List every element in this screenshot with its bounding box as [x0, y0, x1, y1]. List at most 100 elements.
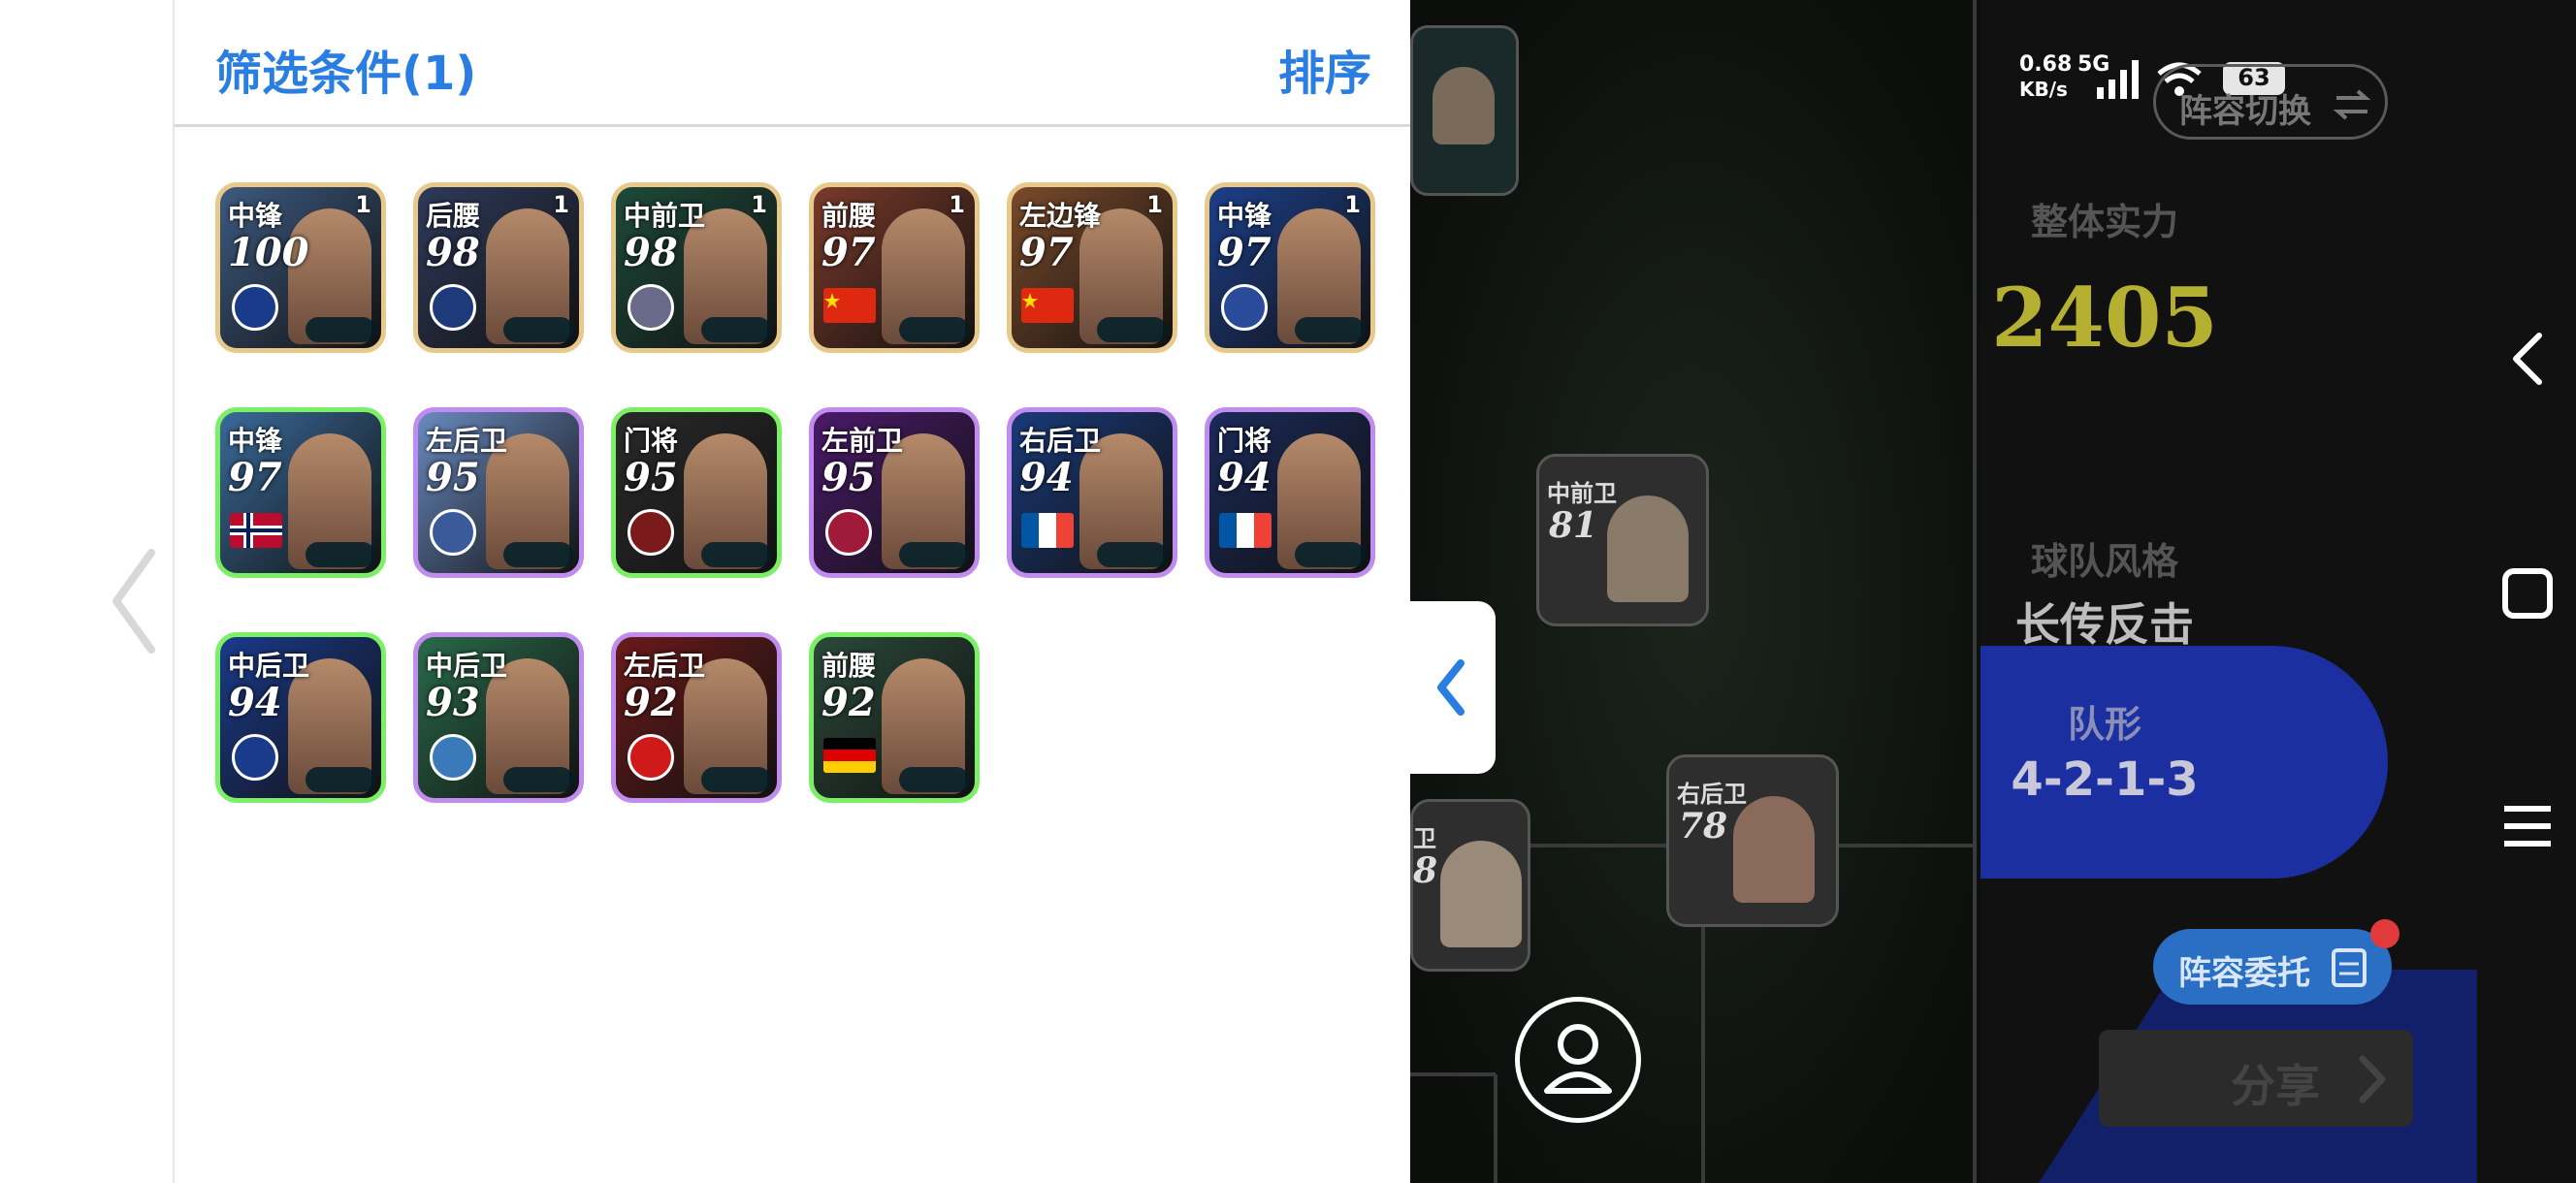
share-label: 分享	[2231, 1060, 2320, 1112]
filter-panel: 筛选条件(1) 排序 中锋 100 1 后腰 98 1 中前卫 98 1 前腰 97 1 左边锋 97 1 中…	[173, 0, 1412, 1183]
player-portrait	[1733, 796, 1815, 903]
skill-badge-icon	[701, 542, 771, 567]
card-position: 中锋	[228, 200, 283, 232]
skill-badge-icon	[1097, 317, 1167, 342]
player-card[interactable]: 中后卫 93	[413, 632, 584, 803]
card-rating: 97	[821, 230, 876, 275]
card-position: 左后卫	[624, 650, 706, 682]
player-portrait	[1607, 496, 1689, 602]
chevron-right-icon	[2359, 1055, 2386, 1103]
card-rating: 92	[821, 680, 876, 725]
home-icon[interactable]	[2500, 566, 2555, 621]
nation-flag-icon	[1021, 513, 1074, 548]
system-nav-bar	[2477, 0, 2576, 1183]
card-position: 中前卫	[624, 200, 706, 232]
formation-pitch: 中前卫 81 右后卫 78 卫 8	[1410, 0, 1980, 1183]
player-card[interactable]: 门将 95	[611, 407, 782, 578]
card-rating: 94	[1217, 455, 1272, 500]
card-rating: 93	[426, 680, 480, 725]
sort-button[interactable]: 排序	[1278, 35, 1371, 103]
card-count: 1	[553, 191, 569, 218]
card-rating: 95	[624, 455, 678, 500]
pitch-player-card[interactable]: 右后卫 78	[1666, 754, 1839, 927]
player-card[interactable]: 左边锋 97 1	[1007, 182, 1177, 353]
card-rating: 98	[624, 230, 678, 275]
club-crest-icon	[430, 509, 476, 556]
player-rating: 81	[1549, 505, 1598, 546]
player-card[interactable]: 前腰 92	[809, 632, 980, 803]
lineup-delegate-label: 阵容委托	[2178, 954, 2310, 993]
player-card[interactable]: 中锋 97 1	[1205, 182, 1375, 353]
player-card[interactable]: 中后卫 94	[215, 632, 386, 803]
nation-flag-icon	[1021, 288, 1074, 323]
club-crest-icon	[1221, 284, 1268, 331]
collapse-panel-button[interactable]	[1410, 601, 1496, 774]
card-count: 1	[751, 191, 767, 218]
back-icon[interactable]	[2504, 330, 2553, 388]
skill-badge-icon	[306, 767, 375, 792]
card-rating: 92	[624, 680, 678, 725]
skill-badge-icon	[503, 317, 573, 342]
lineup-delegate-button[interactable]: 阵容委托	[2153, 919, 2399, 1005]
player-position: 右后卫	[1677, 781, 1747, 808]
player-portrait	[1433, 67, 1495, 144]
network-speed-unit: KB/s	[2019, 78, 2068, 101]
card-position: 前腰	[821, 200, 877, 232]
player-rating: 8	[1413, 850, 1438, 891]
card-position: 右后卫	[1019, 425, 1102, 457]
person-icon	[1544, 1024, 1612, 1094]
nation-flag-icon	[1219, 513, 1272, 548]
clipboard-icon	[2332, 948, 2367, 987]
player-card[interactable]: 门将 94	[1205, 407, 1375, 578]
card-rating: 97	[228, 455, 282, 500]
player-card[interactable]: 中锋 97	[215, 407, 386, 578]
club-crest-icon	[628, 734, 674, 781]
skill-badge-icon	[503, 767, 573, 792]
manager-button[interactable]	[1515, 997, 1641, 1123]
player-position: 卫	[1413, 825, 1436, 852]
card-position: 中锋	[228, 425, 283, 457]
player-card[interactable]: 前腰 97 1	[809, 182, 980, 353]
swap-icon	[2333, 89, 2371, 120]
player-card[interactable]: 左后卫 95	[413, 407, 584, 578]
signal-icon	[2097, 60, 2139, 99]
player-card[interactable]: 中前卫 98 1	[611, 182, 782, 353]
lineup-switch-button[interactable]: 阵容切换	[2153, 64, 2388, 140]
card-position: 门将	[1217, 425, 1272, 457]
left-margin	[0, 0, 173, 1183]
skill-badge-icon	[899, 317, 969, 342]
chevron-left-icon[interactable]	[105, 543, 163, 659]
player-card[interactable]: 中锋 100 1	[215, 182, 386, 353]
filter-button[interactable]: 筛选条件(1)	[215, 35, 476, 103]
skill-badge-icon	[899, 542, 969, 567]
card-count: 1	[949, 191, 965, 218]
team-style-label: 球队风格	[2030, 540, 2178, 583]
lineup-switch-label: 阵容切换	[2179, 92, 2311, 131]
team-info-panel: 0.68 KB/s 5G 63 阵容切换 整体实力 2405 球队风格 长传反击…	[1980, 0, 2477, 1183]
player-card[interactable]: 左后卫 92	[611, 632, 782, 803]
skill-badge-icon	[1295, 542, 1365, 567]
nation-flag-icon	[823, 288, 876, 323]
club-crest-icon	[825, 509, 872, 556]
skill-badge-icon	[503, 542, 573, 567]
pitch-player-card[interactable]: 卫 8	[1410, 799, 1530, 972]
pitch-player-card[interactable]	[1410, 25, 1519, 196]
card-position: 左边锋	[1019, 200, 1102, 232]
share-button[interactable]: 分享	[2099, 1030, 2413, 1127]
recents-menu-icon[interactable]	[2500, 799, 2555, 853]
card-position: 门将	[624, 425, 679, 457]
card-count: 1	[355, 191, 371, 218]
nation-flag-icon	[823, 738, 876, 773]
card-position: 前腰	[821, 650, 877, 682]
player-card[interactable]: 左前卫 95	[809, 407, 980, 578]
player-card[interactable]: 后腰 98 1	[413, 182, 584, 353]
club-crest-icon	[232, 734, 278, 781]
formation-value[interactable]: 4-2-1-3	[1980, 752, 2229, 807]
pitch-player-card[interactable]: 中前卫 81	[1536, 454, 1709, 626]
card-count: 1	[1344, 191, 1361, 218]
club-crest-icon	[232, 284, 278, 331]
player-card[interactable]: 右后卫 94	[1007, 407, 1177, 578]
card-rating: 97	[1019, 230, 1074, 275]
club-crest-icon	[430, 284, 476, 331]
overall-strength-label: 整体实力	[2030, 201, 2178, 243]
